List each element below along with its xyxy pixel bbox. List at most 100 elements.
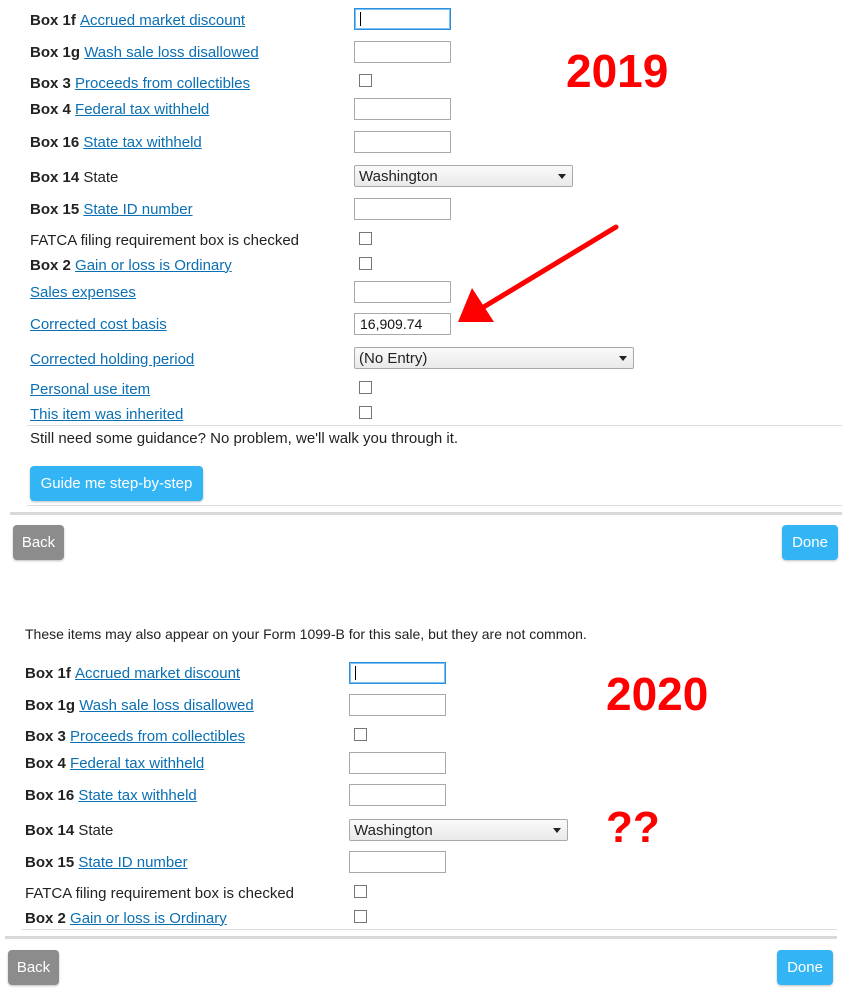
box-number: Box 14 [25,821,75,839]
corrected-cost-basis-input[interactable]: 16,909.74 [354,313,451,335]
holding-period-select[interactable]: (No Entry) [354,347,634,369]
label-box-3: Box 3 Proceeds from collectibles [30,70,250,96]
label-box-2: Box 2 Gain or loss is Ordinary [25,905,227,931]
link-personal-use-item[interactable]: Personal use item [30,381,150,398]
collectibles-checkbox[interactable] [354,728,367,741]
back-button[interactable]: Back [8,950,59,985]
done-button[interactable]: Done [782,525,838,560]
divider [27,505,842,506]
state-select[interactable]: Washington [349,819,568,841]
wash-sale-loss-input[interactable] [354,41,451,63]
box-number: Box 3 [30,74,71,92]
guidance-text: Still need some guidance? No problem, we… [30,425,458,451]
link-sales-expenses[interactable]: Sales expenses [30,284,136,301]
label-fatca: FATCA filing requirement box is checked [30,227,299,253]
fatca-label: FATCA filing requirement box is checked [25,884,295,902]
holding-period-value: (No Entry) [359,349,428,367]
state-id-input[interactable] [354,198,451,220]
state-label: State [78,821,114,839]
section-separator [5,936,837,939]
link-accrued-market-discount[interactable]: Accrued market discount [80,12,245,29]
ordinary-checkbox[interactable] [359,257,372,270]
chevron-down-icon [553,828,561,833]
label-fatca: FATCA filing requirement box is checked [25,880,294,906]
accrued-market-discount-input[interactable] [354,8,451,30]
label-box-16: Box 16 State tax withheld [25,782,197,808]
box-number: Box 4 [25,754,66,772]
link-gain-or-loss-ordinary[interactable]: Gain or loss is Ordinary [70,910,227,927]
year-annotation-2019: 2019 [566,45,669,97]
red-arrow-icon [458,224,619,322]
label-box-15: Box 15 State ID number [25,849,188,875]
box-number: Box 1f [25,664,71,682]
link-corrected-cost-basis[interactable]: Corrected cost basis [30,316,167,333]
link-proceeds-from-collectibles[interactable]: Proceeds from collectibles [70,728,245,745]
state-tax-withheld-input[interactable] [354,131,451,153]
box-number: Box 16 [25,786,75,804]
link-wash-sale-loss-disallowed[interactable]: Wash sale loss disallowed [84,44,259,61]
link-item-inherited[interactable]: This item was inherited [30,406,183,423]
state-select-value: Washington [354,821,433,839]
done-button[interactable]: Done [777,950,833,985]
box-number: Box 14 [30,168,80,186]
label-personal-use-item: Personal use item [30,376,150,402]
intro-text: These items may also appear on your Form… [25,626,587,642]
guide-me-button[interactable]: Guide me step-by-step [30,466,203,501]
label-box-1f: Box 1f Accrued market discount [25,660,240,686]
label-box-16: Box 16 State tax withheld [30,129,202,155]
link-accrued-market-discount[interactable]: Accrued market discount [75,665,240,682]
box-number: Box 1g [25,696,76,714]
collectibles-checkbox[interactable] [359,74,372,87]
year-annotation-2020: 2020 [606,668,709,720]
link-federal-tax-withheld[interactable]: Federal tax withheld [70,755,204,772]
inherited-checkbox[interactable] [359,406,372,419]
link-state-tax-withheld[interactable]: State tax withheld [83,134,201,151]
wash-sale-loss-input[interactable] [349,694,446,716]
box-number: Box 16 [30,133,80,151]
link-state-tax-withheld[interactable]: State tax withheld [78,787,196,804]
label-box-4: Box 4 Federal tax withheld [25,750,204,776]
link-state-id-number[interactable]: State ID number [78,854,187,871]
state-select[interactable]: Washington [354,165,573,187]
state-label: State [83,168,119,186]
label-box-15: Box 15 State ID number [30,196,193,222]
divider [22,929,837,930]
state-id-input[interactable] [349,851,446,873]
accrued-market-discount-input[interactable] [349,662,446,684]
federal-tax-withheld-input[interactable] [354,98,451,120]
box-number: Box 4 [30,100,71,118]
ordinary-checkbox[interactable] [354,910,367,923]
chevron-down-icon [619,356,627,361]
fatca-checkbox[interactable] [354,885,367,898]
label-sales-expenses: Sales expenses [30,279,136,305]
section-separator [10,512,842,515]
state-select-value: Washington [359,167,438,185]
box-number: Box 15 [25,853,75,871]
label-box-4: Box 4 Federal tax withheld [30,96,209,122]
link-federal-tax-withheld[interactable]: Federal tax withheld [75,101,209,118]
link-proceeds-from-collectibles[interactable]: Proceeds from collectibles [75,75,250,92]
label-box-3: Box 3 Proceeds from collectibles [25,723,245,749]
label-inherited: This item was inherited [30,401,183,427]
link-corrected-holding-period[interactable]: Corrected holding period [30,351,194,368]
question-annotation: ?? [606,803,660,852]
label-corrected-cost-basis: Corrected cost basis [30,311,167,337]
box-number: Box 1f [30,11,76,29]
link-wash-sale-loss-disallowed[interactable]: Wash sale loss disallowed [79,697,254,714]
link-gain-or-loss-ordinary[interactable]: Gain or loss is Ordinary [75,257,232,274]
link-state-id-number[interactable]: State ID number [83,201,192,218]
federal-tax-withheld-input[interactable] [349,752,446,774]
label-box-1g: Box 1g Wash sale loss disallowed [25,692,254,718]
sales-expenses-input[interactable] [354,281,451,303]
personal-use-checkbox[interactable] [359,381,372,394]
state-tax-withheld-input[interactable] [349,784,446,806]
box-number: Box 3 [25,727,66,745]
label-box-1g: Box 1g Wash sale loss disallowed [30,39,259,65]
label-box-2: Box 2 Gain or loss is Ordinary [30,252,232,278]
label-box-1f: Box 1f Accrued market discount [30,7,245,33]
label-corrected-holding-period: Corrected holding period [30,346,194,372]
back-button[interactable]: Back [13,525,64,560]
label-box-14: Box 14 State [25,817,113,843]
fatca-checkbox[interactable] [359,232,372,245]
label-box-14: Box 14 State [30,164,118,190]
